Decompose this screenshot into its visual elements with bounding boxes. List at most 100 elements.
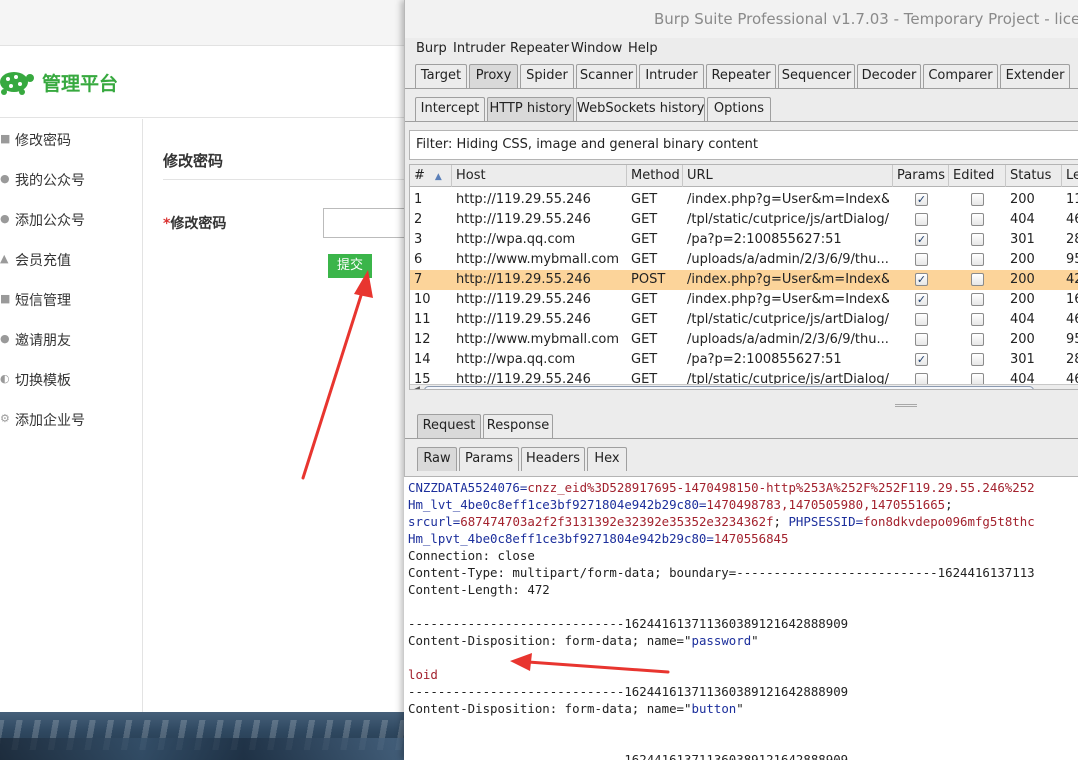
tab-http-history[interactable]: HTTP history <box>487 97 574 121</box>
cell-host: http://119.29.55.246 <box>456 292 591 307</box>
sidebar-item-label: 我的公众号 <box>15 173 85 189</box>
col-length[interactable]: Le <box>1062 165 1078 187</box>
cell-status: 301 <box>1010 232 1035 247</box>
params-checkbox[interactable] <box>915 333 928 346</box>
user-icon: ● <box>0 172 10 185</box>
tab-extender[interactable]: Extender <box>1000 64 1070 88</box>
table-row[interactable]: 10 http://119.29.55.246 GET/index.php?g=Us… <box>410 290 1078 310</box>
sidebar-item-add-account[interactable]: ● 添加公众号 <box>0 208 142 232</box>
cell-url: /index.php?g=User&m=Index&... <box>687 192 889 207</box>
edited-checkbox[interactable] <box>971 273 984 286</box>
table-row[interactable]: 7 http://119.29.55.246 POST/index.php?g=Us… <box>410 270 1078 290</box>
params-checkbox[interactable]: ✓ <box>915 193 928 206</box>
tab-decoder[interactable]: Decoder <box>857 64 921 88</box>
edited-checkbox[interactable] <box>971 253 984 266</box>
edited-checkbox[interactable] <box>971 233 984 246</box>
table-row[interactable]: 1 http://119.29.55.246 GET/index.php?g=Use… <box>410 190 1078 210</box>
raw-token: Content-Length: 472 <box>408 582 550 597</box>
tab-request[interactable]: Request <box>417 414 481 438</box>
tab-sequencer[interactable]: Sequencer <box>778 64 855 88</box>
tab-intercept[interactable]: Intercept <box>415 97 485 121</box>
edited-checkbox[interactable] <box>971 293 984 306</box>
edited-checkbox[interactable] <box>971 213 984 226</box>
table-row[interactable]: 11 http://119.29.55.246 GET/tpl/static/cut… <box>410 310 1078 330</box>
sidebar-item-sms[interactable]: ■ 短信管理 <box>0 288 142 312</box>
raw-token: 687474703a2f2f3131392e32392e35352e323436… <box>460 514 774 529</box>
cell-host: http://119.29.55.246 <box>456 312 591 327</box>
table-row[interactable]: 2 http://119.29.55.246 GET/tpl/static/cutp… <box>410 210 1078 230</box>
tab-comparer[interactable]: Comparer <box>923 64 998 88</box>
cell-url: /uploads/a/admin/2/3/6/9/thu... <box>687 332 889 347</box>
params-checkbox[interactable] <box>915 253 928 266</box>
menu-burp[interactable]: Burp <box>416 41 447 56</box>
cell-status: 404 <box>1010 312 1035 327</box>
edited-checkbox[interactable] <box>971 353 984 366</box>
sidebar-item-invite[interactable]: ● 邀请朋友 <box>0 328 142 352</box>
menu-repeater[interactable]: Repeater <box>510 41 569 56</box>
tab-options[interactable]: Options <box>707 97 771 121</box>
tab-params[interactable]: Params <box>459 447 519 471</box>
sidebar-item-add-enterprise[interactable]: ⚙ 添加企业号 <box>0 408 142 432</box>
tab-hex[interactable]: Hex <box>587 447 627 471</box>
split-pane-divider[interactable] <box>895 404 917 407</box>
sidebar-item-template[interactable]: ◐ 切换模板 <box>0 368 142 392</box>
raw-token: 1470556845 <box>713 531 789 546</box>
filter-bar[interactable]: Filter: Hiding CSS, image and general bi… <box>409 130 1078 160</box>
sidebar-item-my-accounts[interactable]: ● 我的公众号 <box>0 168 142 192</box>
sidebar-item-recharge[interactable]: ▲ 会员充值 <box>0 248 142 272</box>
menu-intruder[interactable]: Intruder <box>453 41 505 56</box>
col-method[interactable]: Method <box>627 165 683 187</box>
table-row[interactable]: 6 http://www.mybmall.com GET/uploads/a/adm… <box>410 250 1078 270</box>
params-checkbox[interactable]: ✓ <box>915 273 928 286</box>
raw-token: -----------------------------16244161371… <box>408 752 849 760</box>
friends-icon: ● <box>0 332 10 345</box>
table-row[interactable]: 12 http://www.mybmall.com GET/uploads/a/ad… <box>410 330 1078 350</box>
tab-target[interactable]: Target <box>415 64 467 88</box>
params-checkbox[interactable] <box>915 313 928 326</box>
col-number[interactable]: # ▲ <box>410 165 452 187</box>
raw-token: Connection: close <box>408 548 535 563</box>
tab-repeater[interactable]: Repeater <box>706 64 776 88</box>
horizontal-scrollbar[interactable]: ◀ <box>410 384 1078 389</box>
edited-checkbox[interactable] <box>971 313 984 326</box>
tab-spider[interactable]: Spider <box>520 64 574 88</box>
edited-checkbox[interactable] <box>971 333 984 346</box>
tab-proxy[interactable]: Proxy <box>469 64 518 88</box>
cell-status: 200 <box>1010 332 1035 347</box>
col-edited[interactable]: Edited <box>949 165 1006 187</box>
menu-help[interactable]: Help <box>628 41 658 56</box>
scroll-left-icon[interactable]: ◀ <box>413 385 420 389</box>
params-checkbox[interactable]: ✓ <box>915 353 928 366</box>
table-row[interactable]: 3 http://wpa.qq.com GET/pa?p=2:100855627:5… <box>410 230 1078 250</box>
col-status[interactable]: Status <box>1006 165 1062 187</box>
sidebar-item-change-password[interactable]: ■ 修改密码 <box>0 128 142 152</box>
cell-number: 7 <box>414 272 423 287</box>
cell-url: /pa?p=2:100855627:51 <box>687 352 842 367</box>
raw-request-editor[interactable]: CNZZDATA5524076 = cnzz_eid%3D528917695-147… <box>404 476 1078 760</box>
tab-websockets-history[interactable]: WebSockets history <box>576 97 705 121</box>
cell-number: 2 <box>414 212 423 227</box>
raw-line: Connection: close <box>408 547 535 564</box>
app-title: 管理平台 <box>42 73 119 95</box>
raw-token: ; <box>773 514 789 529</box>
col-url[interactable]: URL <box>683 165 893 187</box>
table-row[interactable]: 14 http://wpa.qq.com GET/pa?p=2:100855627:… <box>410 350 1078 370</box>
col-params[interactable]: Params <box>893 165 949 187</box>
tab-intruder[interactable]: Intruder <box>639 64 704 88</box>
raw-token: = <box>706 531 714 546</box>
params-checkbox[interactable]: ✓ <box>915 233 928 246</box>
tab-scanner[interactable]: Scanner <box>576 64 637 88</box>
params-checkbox[interactable] <box>915 213 928 226</box>
params-checkbox[interactable]: ✓ <box>915 293 928 306</box>
cell-url: /pa?p=2:100855627:51 <box>687 232 842 247</box>
tab-headers[interactable]: Headers <box>521 447 585 471</box>
menu-window[interactable]: Window <box>571 41 622 56</box>
col-host[interactable]: Host <box>452 165 627 187</box>
scrollbar-thumb[interactable] <box>424 386 1034 389</box>
tab-response[interactable]: Response <box>483 414 553 438</box>
submit-button[interactable]: 提交 <box>328 254 372 278</box>
burp-titlebar[interactable]: Burp Suite Professional v1.7.03 - Tempor… <box>405 0 1078 38</box>
raw-line: Hm_lpvt_4be0c8eff1ce3bf9271804e942b29c80… <box>408 530 788 547</box>
tab-raw[interactable]: Raw <box>417 447 457 471</box>
edited-checkbox[interactable] <box>971 193 984 206</box>
